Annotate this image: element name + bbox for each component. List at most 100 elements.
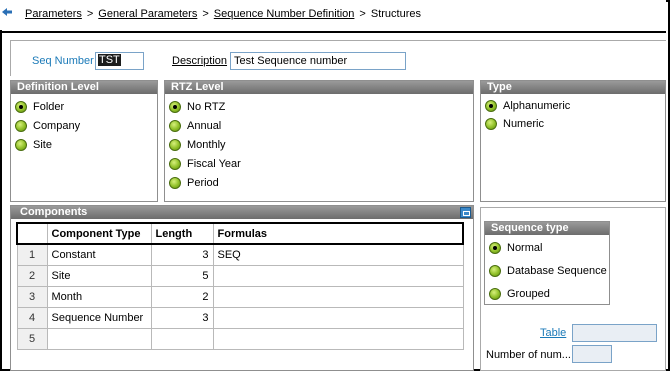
- table-link[interactable]: Table: [540, 327, 566, 339]
- row-number: 4: [16, 306, 48, 329]
- radio-label: Site: [33, 139, 52, 151]
- radio-icon: [485, 118, 497, 130]
- radio-selected-icon: [15, 101, 27, 113]
- cell-length[interactable]: 2: [150, 285, 214, 308]
- breadcrumb-separator: >: [86, 8, 94, 20]
- cell-component-type[interactable]: Constant: [46, 243, 152, 266]
- cell-component-type[interactable]: Month: [46, 285, 152, 308]
- cell-formula[interactable]: SEQ: [212, 243, 464, 266]
- header-divider: [0, 31, 666, 33]
- column-header-component-type[interactable]: Component Type: [46, 222, 152, 245]
- radio-icon: [169, 177, 181, 189]
- radio-database-sequence[interactable]: Database Sequence: [489, 263, 607, 279]
- breadcrumb-separator: >: [359, 8, 366, 20]
- cell-formula[interactable]: [212, 306, 464, 329]
- breadcrumb-general-parameters[interactable]: General Parameters: [98, 8, 197, 20]
- breadcrumb-bar: Parameters > General Parameters > Sequence N…: [0, 0, 666, 30]
- cell-length[interactable]: 3: [150, 243, 214, 266]
- column-header-length[interactable]: Length: [150, 222, 214, 245]
- cell-formula[interactable]: [212, 327, 464, 350]
- type-title: Type: [481, 81, 665, 94]
- radio-label: Database Sequence: [507, 265, 607, 277]
- column-header-formulas[interactable]: Formulas: [212, 222, 464, 245]
- breadcrumb-sequence-number-definition[interactable]: Sequence Number Definition: [214, 8, 355, 20]
- radio-grouped[interactable]: Grouped: [489, 286, 550, 302]
- radio-label: Fiscal Year: [187, 158, 241, 170]
- radio-label: Annual: [187, 120, 222, 132]
- radio-label: Numeric: [503, 118, 544, 130]
- cell-component-type[interactable]: Sequence Number: [46, 306, 152, 329]
- back-arrow-icon[interactable]: [1, 7, 13, 17]
- cell-component-type[interactable]: Site: [46, 264, 152, 287]
- sequence-type-group: Sequence type Normal Database Sequence G…: [484, 221, 610, 305]
- description-label: Description: [172, 55, 228, 67]
- radio-icon: [489, 288, 501, 300]
- table-options-icon[interactable]: [460, 207, 471, 218]
- radio-normal[interactable]: Normal: [489, 240, 542, 256]
- row-number: 3: [16, 285, 48, 308]
- components-title: Components: [11, 206, 473, 219]
- radio-selected-icon: [489, 242, 501, 254]
- row-number: 1: [16, 243, 48, 266]
- table-row[interactable]: 5: [16, 327, 464, 350]
- breadcrumb-separator: >: [202, 8, 209, 20]
- cell-component-type[interactable]: [46, 327, 152, 350]
- radio-company[interactable]: Company: [15, 118, 80, 134]
- radio-icon: [489, 265, 501, 277]
- cell-length[interactable]: 3: [150, 306, 214, 329]
- sequence-type-title: Sequence type: [485, 222, 609, 235]
- components-table: Component Type Length Formulas 1 Constan…: [16, 222, 464, 350]
- radio-label: Folder: [33, 101, 65, 113]
- radio-label: Grouped: [507, 288, 550, 300]
- breadcrumb: Parameters > General Parameters > Sequence N…: [25, 8, 421, 20]
- radio-annual[interactable]: Annual: [169, 118, 221, 134]
- type-group: Type Alphanumeric Numeric: [480, 80, 666, 202]
- radio-no-rtz[interactable]: No RTZ: [169, 99, 225, 115]
- table-row[interactable]: 2 Site 5: [16, 264, 464, 287]
- radio-selected-icon: [485, 100, 497, 112]
- radio-site[interactable]: Site: [15, 137, 52, 153]
- row-number: 2: [16, 264, 48, 287]
- radio-icon: [15, 120, 27, 132]
- radio-selected-icon: [169, 101, 181, 113]
- radio-icon: [169, 120, 181, 132]
- number-of-num-field[interactable]: [572, 345, 612, 363]
- rtz-level-group: RTZ Level No RTZ Annual Monthly Fiscal Y…: [164, 80, 474, 202]
- radio-label: Alphanumeric: [503, 100, 571, 112]
- table-row[interactable]: 3 Month 2: [16, 285, 464, 308]
- radio-label: Company: [33, 120, 81, 132]
- seq-number-value: TST: [98, 54, 121, 66]
- radio-monthly[interactable]: Monthly: [169, 137, 226, 153]
- seq-number-field[interactable]: TST: [95, 52, 144, 70]
- definition-level-group: Definition Level Folder Company Site: [10, 80, 158, 202]
- radio-label: No RTZ: [187, 101, 226, 113]
- cell-length[interactable]: 5: [150, 264, 214, 287]
- rtz-level-title: RTZ Level: [165, 81, 473, 94]
- radio-alphanumeric[interactable]: Alphanumeric: [485, 98, 570, 114]
- radio-icon: [15, 139, 27, 151]
- breadcrumb-structures: Structures: [370, 8, 421, 20]
- radio-period[interactable]: Period: [169, 175, 219, 191]
- cell-formula[interactable]: [212, 264, 464, 287]
- radio-label: Normal: [507, 242, 543, 254]
- description-field[interactable]: [230, 52, 406, 70]
- radio-numeric[interactable]: Numeric: [485, 116, 544, 132]
- radio-label: Monthly: [187, 139, 226, 151]
- radio-label: Period: [187, 177, 219, 189]
- table-field[interactable]: [572, 324, 657, 342]
- radio-folder[interactable]: Folder: [15, 99, 64, 115]
- number-of-num-label: Number of num...: [486, 349, 571, 361]
- table-header-row: Component Type Length Formulas: [16, 222, 464, 245]
- table-row[interactable]: 4 Sequence Number 3: [16, 306, 464, 329]
- row-number: 5: [16, 327, 48, 350]
- radio-fiscal-year[interactable]: Fiscal Year: [169, 156, 241, 172]
- cell-length[interactable]: [150, 327, 214, 350]
- row-number-header: [16, 222, 48, 245]
- cell-formula[interactable]: [212, 285, 464, 308]
- radio-icon: [169, 139, 181, 151]
- radio-icon: [169, 158, 181, 170]
- table-row[interactable]: 1 Constant 3 SEQ: [16, 243, 464, 266]
- breadcrumb-parameters[interactable]: Parameters: [25, 8, 82, 20]
- definition-level-title: Definition Level: [11, 81, 157, 94]
- seq-number-label: Seq Number: [32, 55, 94, 67]
